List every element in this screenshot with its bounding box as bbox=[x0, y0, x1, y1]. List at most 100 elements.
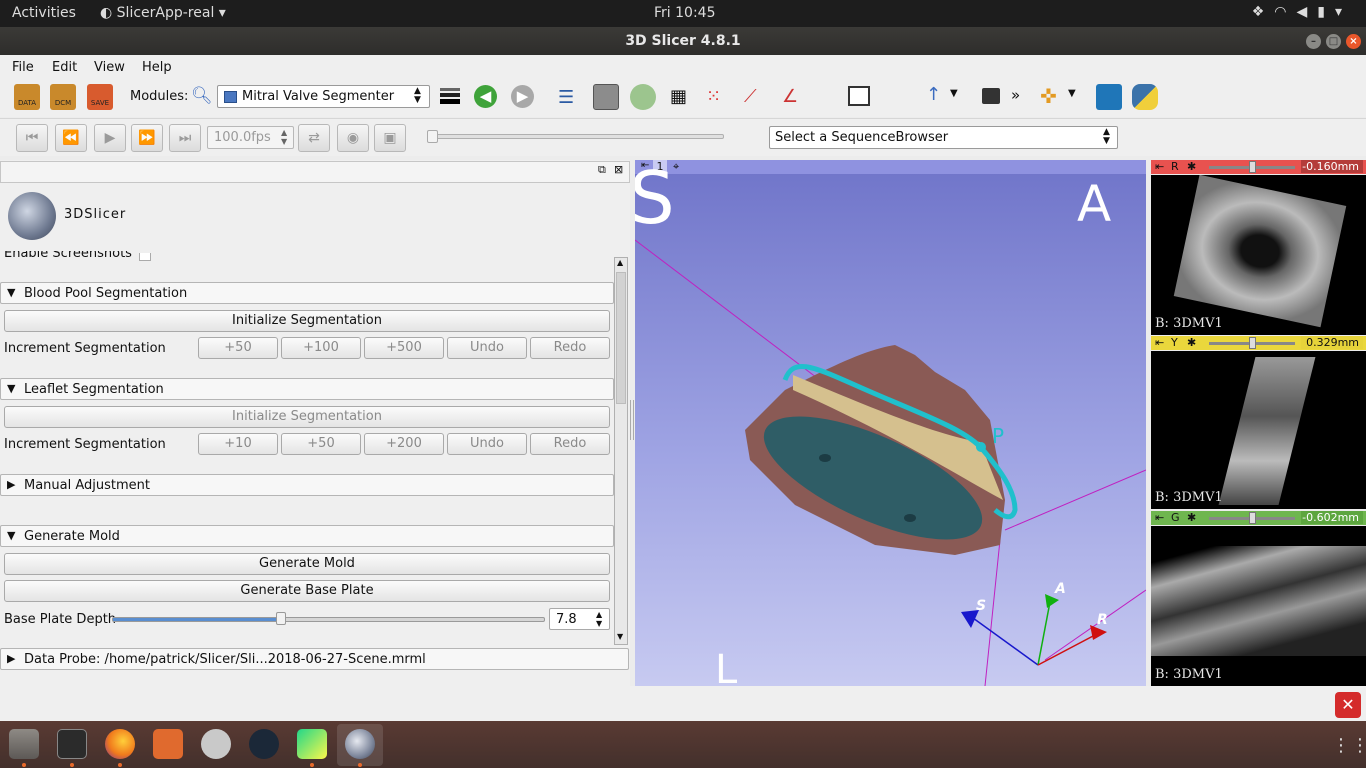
slice-view-red[interactable]: B: 3DMV1 bbox=[1151, 175, 1366, 335]
angle-icon[interactable]: ∠ bbox=[782, 86, 798, 107]
blood-pool-undo-button[interactable]: Undo bbox=[447, 337, 527, 359]
slice-view-green[interactable]: B: 3DMV1 bbox=[1151, 526, 1366, 686]
blood-pool-initialize-button[interactable]: Initialize Segmentation bbox=[4, 310, 610, 332]
python-icon[interactable] bbox=[1132, 84, 1158, 110]
slice-offset-slider-red[interactable] bbox=[1209, 161, 1295, 173]
transforms-grid-icon[interactable]: ▦ bbox=[670, 86, 687, 107]
leaflet-plus50-button[interactable]: +50 bbox=[281, 433, 361, 455]
steam-app-icon[interactable] bbox=[249, 729, 279, 759]
section-manual-adjustment[interactable]: ▶ Manual Adjustment bbox=[0, 474, 614, 496]
models-icon[interactable] bbox=[630, 84, 656, 110]
generate-base-plate-button[interactable]: Generate Base Plate bbox=[4, 580, 610, 602]
pin-icon[interactable]: ⇤ bbox=[1155, 336, 1164, 349]
markups-points-icon[interactable]: ⁙ bbox=[706, 86, 721, 107]
ruler-icon[interactable]: ⟋ bbox=[744, 86, 757, 107]
slice-offset-yellow[interactable]: 0.329mm bbox=[1301, 336, 1363, 349]
slider-handle[interactable] bbox=[1249, 161, 1256, 173]
annulus-point-p[interactable] bbox=[976, 442, 986, 452]
play-button[interactable]: ▶ bbox=[94, 124, 126, 152]
dicom-button[interactable]: DCM bbox=[50, 84, 76, 110]
pycharm-app-icon[interactable] bbox=[297, 729, 327, 759]
slider-handle[interactable] bbox=[1249, 337, 1256, 349]
previous-frame-button[interactable]: ⏪ bbox=[55, 124, 87, 152]
chevron-down-icon[interactable]: ▼ bbox=[950, 88, 958, 99]
leaflet-redo-button[interactable]: Redo bbox=[530, 433, 610, 455]
show-apps-grid-icon[interactable]: ⋮⋮⋮ bbox=[1332, 735, 1366, 756]
system-tray[interactable]: ❖◠◀▮▾ bbox=[1252, 4, 1352, 20]
blood-pool-plus500-button[interactable]: +500 bbox=[364, 337, 444, 359]
pin-icon[interactable]: ⇤ bbox=[1155, 160, 1164, 173]
activities-button[interactable]: Activities bbox=[12, 5, 76, 21]
scroll-up-icon[interactable]: ▲ bbox=[617, 258, 623, 267]
slice-settings-icon[interactable]: ✱ bbox=[1187, 511, 1196, 524]
mouse-mode-icon[interactable]: ↑ bbox=[926, 84, 941, 105]
section-generate-mold[interactable]: ▼ Generate Mold bbox=[0, 525, 614, 547]
pin-icon[interactable]: ⇤ bbox=[1155, 511, 1164, 524]
slice-offset-red[interactable]: -0.160mm bbox=[1301, 160, 1363, 173]
terminal-app-icon[interactable] bbox=[57, 729, 87, 759]
maximize-icon[interactable]: □ bbox=[1326, 34, 1341, 49]
minimize-icon[interactable]: – bbox=[1306, 34, 1321, 49]
scroll-down-icon[interactable]: ▼ bbox=[617, 632, 623, 641]
slice-offset-slider-green[interactable] bbox=[1209, 512, 1295, 524]
layout-selector-icon[interactable] bbox=[848, 86, 870, 106]
menu-file[interactable]: File bbox=[12, 60, 34, 75]
module-search-icon[interactable]: 🔍︎ bbox=[191, 86, 213, 106]
menu-view[interactable]: View bbox=[94, 60, 125, 75]
slider-handle[interactable] bbox=[1249, 512, 1256, 524]
last-frame-button[interactable]: ⏭ bbox=[169, 124, 201, 152]
volumes-cube-icon[interactable] bbox=[593, 84, 619, 110]
clock[interactable]: Fri 10:45 bbox=[654, 5, 715, 21]
section-leaflet[interactable]: ▼ Leaflet Segmentation bbox=[0, 378, 614, 400]
snapshot-button[interactable]: ▣ bbox=[374, 124, 406, 152]
panel-splitter[interactable] bbox=[630, 400, 634, 440]
base-plate-depth-spinbox[interactable]: 7.8 ▲ ▼ bbox=[549, 608, 610, 630]
blood-pool-plus100-button[interactable]: +100 bbox=[281, 337, 361, 359]
save-button[interactable]: SAVE bbox=[87, 84, 113, 110]
loop-button[interactable]: ⇄ bbox=[298, 124, 330, 152]
view-3d[interactable]: ⇤ 1 ⌖ S A P L S A R bbox=[635, 160, 1146, 686]
slice-view-yellow[interactable]: B: 3DMV1 bbox=[1151, 351, 1366, 509]
leaflet-plus10-button[interactable]: +10 bbox=[198, 433, 278, 455]
data-tree-icon[interactable]: ☰ bbox=[558, 87, 574, 108]
blood-pool-redo-button[interactable]: Redo bbox=[530, 337, 610, 359]
firefox-app-icon[interactable] bbox=[105, 729, 135, 759]
error-log-icon[interactable]: ✕ bbox=[1335, 692, 1361, 718]
panel-scrollbar[interactable]: ▲ ▼ bbox=[614, 257, 628, 645]
first-frame-button[interactable]: ⏮ bbox=[16, 124, 48, 152]
toolbar-more[interactable]: » bbox=[1011, 86, 1020, 104]
float-panel-icon[interactable]: ⧉ bbox=[598, 163, 606, 177]
blood-pool-plus50-button[interactable]: +50 bbox=[198, 337, 278, 359]
screenshot-camera-icon[interactable] bbox=[982, 88, 1000, 104]
next-frame-button[interactable]: ⏩ bbox=[131, 124, 163, 152]
slicer-app-icon[interactable] bbox=[345, 729, 375, 759]
sequence-browser-selector[interactable]: Select a SequenceBrowser ▲ ▼ bbox=[769, 126, 1118, 149]
close-panel-icon[interactable]: ⊠ bbox=[614, 163, 623, 176]
slider-handle[interactable] bbox=[276, 612, 287, 625]
fps-spinbox[interactable]: 100.0fps ▲ ▼ bbox=[207, 126, 294, 149]
section-blood-pool[interactable]: ▼ Blood Pool Segmentation bbox=[0, 282, 614, 304]
generate-mold-button[interactable]: Generate Mold bbox=[4, 553, 610, 575]
menu-edit[interactable]: Edit bbox=[52, 60, 77, 75]
slice-settings-icon[interactable]: ✱ bbox=[1187, 336, 1196, 349]
record-button[interactable]: ◉ bbox=[337, 124, 369, 152]
software-center-app-icon[interactable] bbox=[153, 729, 183, 759]
crosshair-icon[interactable]: ✜ bbox=[1040, 84, 1057, 108]
close-icon[interactable]: × bbox=[1346, 34, 1361, 49]
base-plate-depth-slider[interactable] bbox=[112, 612, 545, 625]
slice-offset-green[interactable]: -0.602mm bbox=[1301, 511, 1363, 524]
scrollbar-thumb[interactable] bbox=[616, 272, 626, 404]
menu-help[interactable]: Help bbox=[142, 60, 172, 75]
back-arrow-icon[interactable]: ◀ bbox=[474, 85, 497, 108]
module-selector[interactable]: Mitral Valve Segmenter ▲ ▼ bbox=[217, 85, 430, 108]
sequence-slider[interactable] bbox=[427, 130, 724, 143]
chevron-down-icon[interactable]: ▼ bbox=[1068, 88, 1076, 99]
extension-manager-icon[interactable] bbox=[1096, 84, 1122, 110]
leaflet-initialize-button[interactable]: Initialize Segmentation bbox=[4, 406, 610, 428]
files-app-icon[interactable] bbox=[9, 729, 39, 759]
slice-offset-slider-yellow[interactable] bbox=[1209, 337, 1295, 349]
leaflet-plus200-button[interactable]: +200 bbox=[364, 433, 444, 455]
forward-arrow-icon[interactable]: ▶ bbox=[511, 85, 534, 108]
slider-handle[interactable] bbox=[427, 130, 438, 143]
enable-screenshots-checkbox[interactable] bbox=[139, 253, 151, 261]
